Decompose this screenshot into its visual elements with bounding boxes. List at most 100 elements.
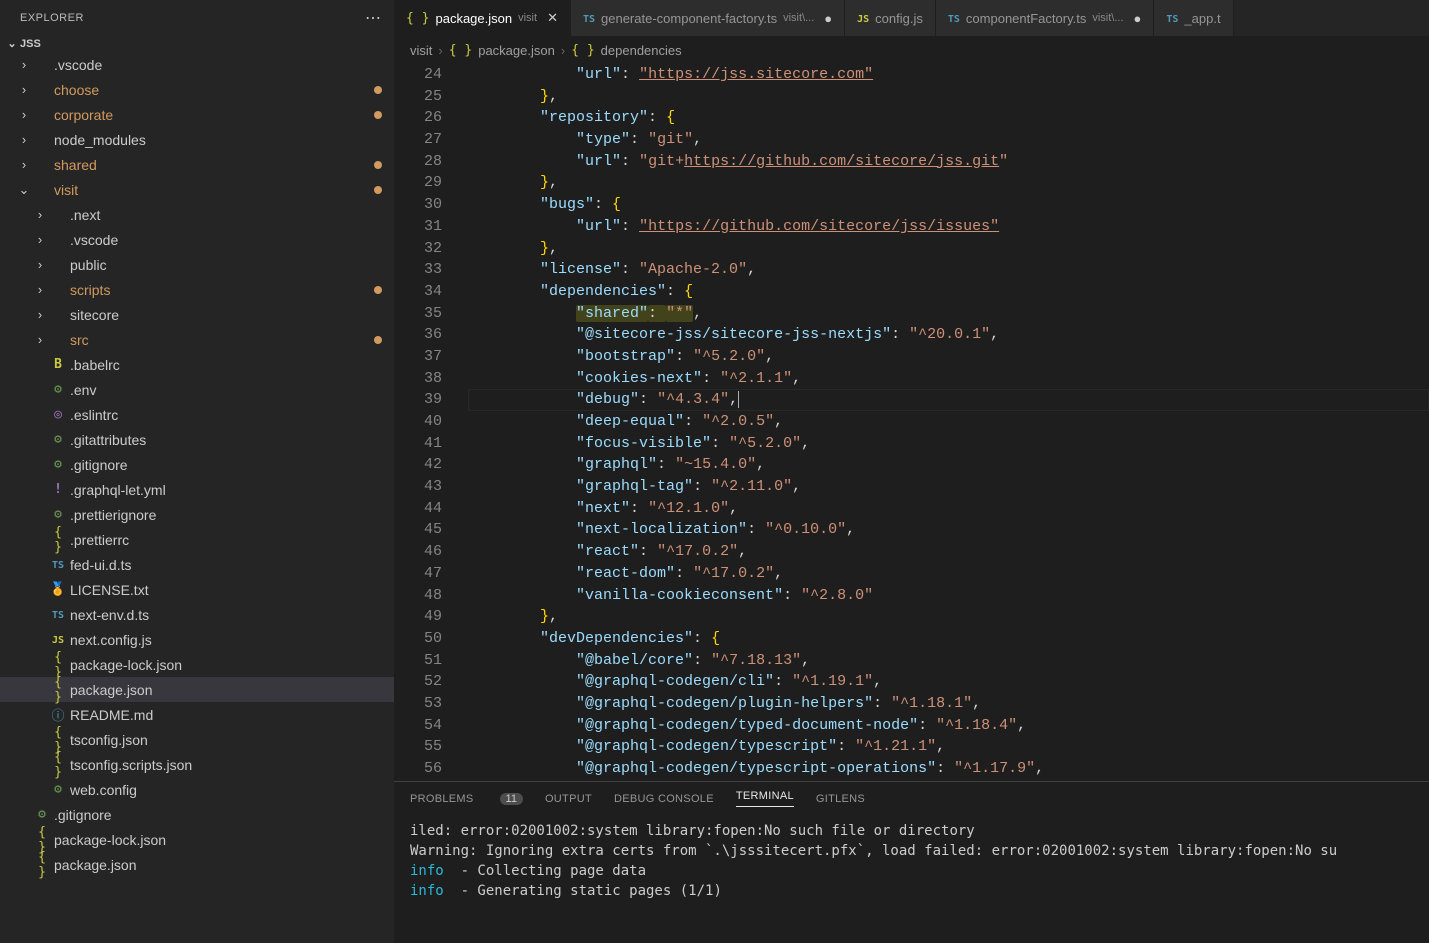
sidebar-header: EXPLORER ⋯ (0, 0, 394, 35)
file-package-json[interactable]: { }package.json (0, 677, 394, 702)
js-icon: JS (48, 632, 68, 647)
tab-generate-component-factory-ts[interactable]: TSgenerate-component-factory.tsvisit\...… (571, 0, 845, 36)
terminal-line: info - Collecting page data (410, 861, 1413, 881)
file--prettierrc[interactable]: { }.prettierrc (0, 527, 394, 552)
unsaved-dot-icon (374, 161, 382, 169)
folder-shared[interactable]: ›shared (0, 152, 394, 177)
tab-desc: visit (518, 12, 537, 24)
tab-componentfactory-ts[interactable]: TScomponentFactory.tsvisit\...● (936, 0, 1155, 36)
tab-config-js[interactable]: JSconfig.js (845, 0, 936, 36)
tab-label: componentFactory.ts (966, 11, 1086, 26)
file-license-txt[interactable]: 🏅LICENSE.txt (0, 577, 394, 602)
chevron-icon: › (32, 282, 48, 297)
json-icon: { } (406, 11, 429, 26)
file--gitattributes[interactable]: ⚙.gitattributes (0, 427, 394, 452)
item-label: .gitignore (70, 457, 382, 473)
file-next-config-js[interactable]: JSnext.config.js (0, 627, 394, 652)
folder-corporate[interactable]: › corporate (0, 102, 394, 127)
file-readme-md[interactable]: ⓘREADME.md (0, 702, 394, 727)
ts-icon: TS (583, 11, 595, 26)
file-next-env-d-ts[interactable]: TSnext-env.d.ts (0, 602, 394, 627)
folder--vscode[interactable]: ›.vscode (0, 227, 394, 252)
file--graphql-let-yml[interactable]: !.graphql-let.yml (0, 477, 394, 502)
tab-package-json[interactable]: { } package.json visit ✕ (394, 0, 571, 36)
file-tsconfig-scripts-json[interactable]: { }tsconfig.scripts.json (0, 752, 394, 777)
bottom-panel: PROBLEMS11OUTPUTDEBUG CONSOLETERMINALGIT… (394, 781, 1429, 943)
ts-icon: TS (48, 557, 68, 572)
panel-tab-gitlens[interactable]: GITLENS (816, 793, 865, 805)
code-content[interactable]: "url": "https://jss.sitecore.com" }, "re… (460, 64, 1429, 781)
file-fed-ui-d-ts[interactable]: TSfed-ui.d.ts (0, 552, 394, 577)
editor-area: { } package.json visit ✕ TSgenerate-componen… (394, 0, 1429, 943)
file--env[interactable]: ⚙.env (0, 377, 394, 402)
tab-label: config.js (875, 11, 923, 26)
panel-tab-problems[interactable]: PROBLEMS (410, 793, 474, 805)
workspace-section-header[interactable]: ⌄ JSS (0, 35, 394, 52)
breadcrumb-item[interactable]: visit (410, 43, 432, 58)
item-label: .babelrc (70, 357, 382, 373)
unsaved-dot-icon (374, 86, 382, 94)
close-icon[interactable]: ✕ (547, 10, 558, 26)
item-label: LICENSE.txt (70, 582, 382, 598)
sidebar-more-icon[interactable]: ⋯ (365, 8, 382, 28)
chevron-icon: ⌄ (16, 182, 32, 198)
gear-icon: ⚙ (32, 807, 52, 822)
babel-icon: B (48, 357, 68, 372)
item-label: next.config.js (70, 632, 382, 648)
chevron-icon: › (32, 307, 48, 322)
json-icon: { } (48, 525, 68, 555)
file--eslintrc[interactable]: ◎.eslintrc (0, 402, 394, 427)
breadcrumb-item[interactable]: package.json (478, 43, 555, 58)
file-package-json[interactable]: { }package.json (0, 852, 394, 877)
editor-pane[interactable]: 2425262728293031323334353637383940414243… (394, 64, 1429, 781)
file-package-lock-json[interactable]: { }package-lock.json (0, 827, 394, 852)
folder-public[interactable]: ›public (0, 252, 394, 277)
file--gitignore[interactable]: ⚙.gitignore (0, 802, 394, 827)
item-label: .vscode (54, 57, 382, 73)
terminal-line: Warning: Ignoring extra certs from `.\js… (410, 841, 1413, 861)
item-label: scripts (70, 282, 374, 298)
json-icon: { } (48, 750, 68, 780)
folder-src[interactable]: ›src (0, 327, 394, 352)
tab-desc: visit\... (783, 12, 814, 24)
panel-tab-terminal[interactable]: TERMINAL (736, 790, 794, 807)
gear-icon: ⚙ (48, 782, 68, 797)
file--prettierignore[interactable]: ⚙.prettierignore (0, 502, 394, 527)
file--gitignore[interactable]: ⚙.gitignore (0, 452, 394, 477)
ts-icon: TS (1166, 11, 1178, 26)
chevron-icon: › (16, 107, 32, 122)
tab-label: package.json (435, 11, 512, 26)
folder--vscode[interactable]: ›.vscode (0, 52, 394, 77)
item-label: corporate (54, 107, 374, 123)
chevron-icon: › (16, 82, 32, 97)
item-label: web.config (70, 782, 382, 798)
terminal-output[interactable]: iled: error:02001002:system library:fope… (394, 815, 1429, 943)
file--babelrc[interactable]: B.babelrc (0, 352, 394, 377)
editor-tabs: { } package.json visit ✕ TSgenerate-componen… (394, 0, 1429, 36)
item-label: shared (54, 157, 374, 173)
json-icon: { } (571, 43, 594, 58)
file-package-lock-json[interactable]: { }package-lock.json (0, 652, 394, 677)
folder--next[interactable]: ›.next (0, 202, 394, 227)
panel-tab-debug-console[interactable]: DEBUG CONSOLE (614, 793, 714, 805)
folder-node-modules[interactable]: ›node_modules (0, 127, 394, 152)
file-web-config[interactable]: ⚙web.config (0, 777, 394, 802)
eslint-icon: ◎ (48, 407, 68, 422)
item-label: .next (70, 207, 382, 223)
folder-sitecore[interactable]: ›sitecore (0, 302, 394, 327)
md-icon: ⓘ (48, 705, 68, 724)
breadcrumb[interactable]: visit›{ }package.json›{ }dependencies (394, 36, 1429, 64)
json-icon: { } (449, 43, 472, 58)
breadcrumb-item[interactable]: dependencies (601, 43, 682, 58)
panel-tab-output[interactable]: OUTPUT (545, 793, 592, 805)
excl-icon: ! (48, 482, 68, 497)
gear-icon: ⚙ (48, 457, 68, 472)
item-label: .vscode (70, 232, 382, 248)
folder-choose[interactable]: ›choose (0, 77, 394, 102)
tab--app-t[interactable]: TS_app.t (1154, 0, 1233, 36)
chevron-icon: › (32, 332, 48, 347)
folder-scripts[interactable]: › scripts (0, 277, 394, 302)
folder-visit[interactable]: ⌄visit (0, 177, 394, 202)
file-tsconfig-json[interactable]: { }tsconfig.json (0, 727, 394, 752)
unsaved-dot-icon (374, 111, 382, 119)
